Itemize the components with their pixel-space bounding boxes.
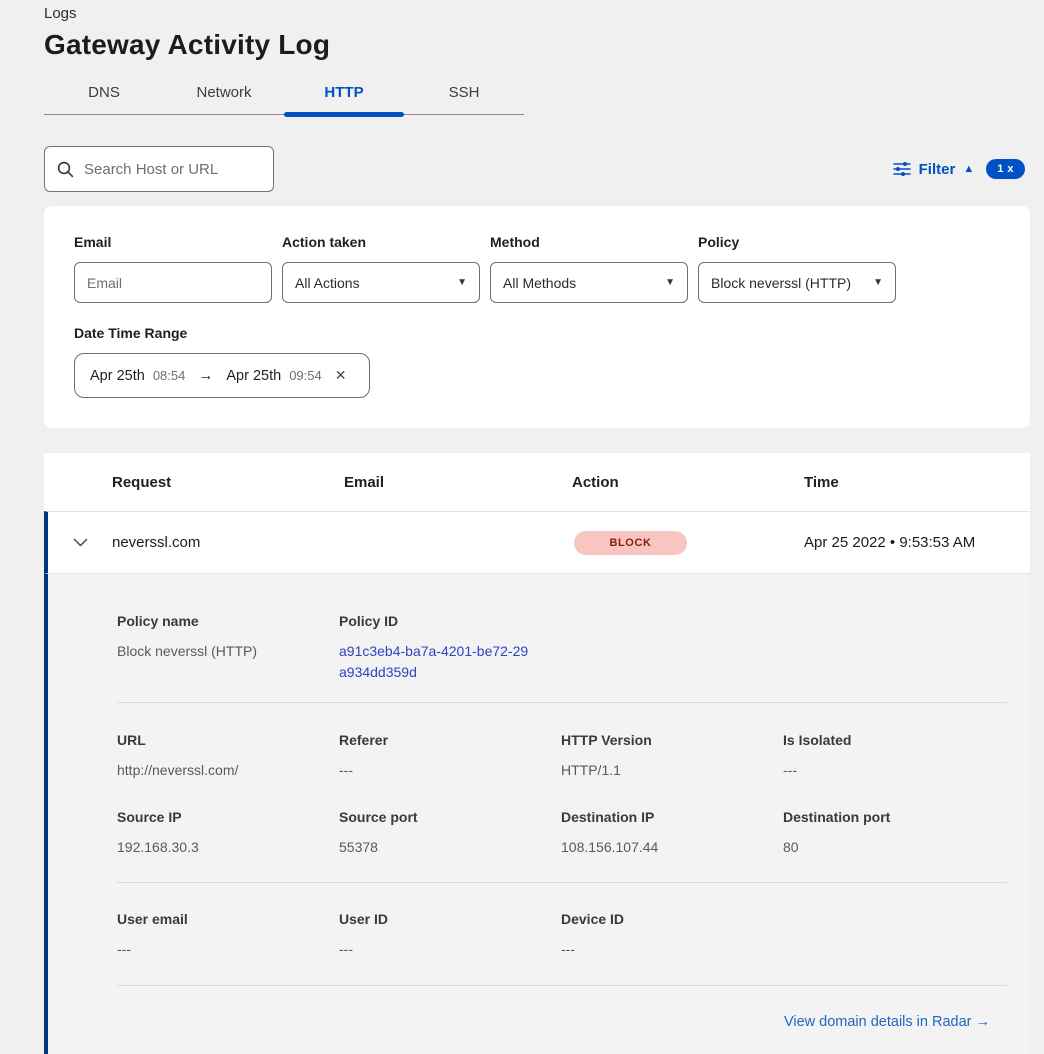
http-version-value: HTTP/1.1 <box>561 760 783 781</box>
email-filter-input[interactable] <box>74 262 272 303</box>
user-email-label: User email <box>117 911 339 927</box>
source-port-value: 55378 <box>339 837 561 858</box>
table-row[interactable]: neverssl.com BLOCK Apr 25 2022 • 9:53:53… <box>44 511 1030 573</box>
header-email: Email <box>344 474 572 491</box>
http-version-label: HTTP Version <box>561 732 783 748</box>
is-isolated-value: --- <box>783 760 1007 781</box>
row-details: Policy name Block neverssl (HTTP) Policy… <box>44 573 1030 1054</box>
time-end[interactable]: 09:54 <box>289 368 322 383</box>
referer-label: Referer <box>339 732 561 748</box>
table-header: Request Email Action Time <box>44 453 1030 511</box>
date-range-picker[interactable]: Apr 25th 08:54 → Apr 25th 09:54 ✕ <box>74 353 370 398</box>
action-filter-label: Action taken <box>282 234 480 250</box>
destination-ip-label: Destination IP <box>561 809 783 825</box>
log-table: Request Email Action Time neverssl.com B… <box>44 453 1030 1054</box>
chevron-down-icon: ▼ <box>873 277 883 288</box>
destination-ip-value: 108.156.107.44 <box>561 837 783 858</box>
date-range-label: Date Time Range <box>74 325 1000 341</box>
source-ip-value: 192.168.30.3 <box>117 837 339 858</box>
user-id-value: --- <box>339 939 561 960</box>
policy-select-value: Block neverssl (HTTP) <box>711 275 851 291</box>
row-request: neverssl.com <box>112 534 344 551</box>
filter-panel: Email Action taken All Actions ▼ Method … <box>44 206 1030 428</box>
policy-id-label: Policy ID <box>339 613 561 629</box>
device-id-label: Device ID <box>561 911 783 927</box>
log-type-tabs: DNS Network HTTP SSH <box>44 84 524 115</box>
destination-port-label: Destination port <box>783 809 1007 825</box>
user-email-value: --- <box>117 939 339 960</box>
filter-toggle[interactable]: Filter ▲ 1 x <box>893 159 1025 179</box>
clear-date-icon[interactable]: ✕ <box>335 367 347 384</box>
action-select[interactable]: All Actions ▼ <box>282 262 480 303</box>
time-start[interactable]: 08:54 <box>153 368 186 383</box>
header-action: Action <box>572 474 804 491</box>
filter-label: Filter <box>919 161 956 178</box>
source-port-label: Source port <box>339 809 561 825</box>
breadcrumb[interactable]: Logs <box>44 0 1030 22</box>
tab-network[interactable]: Network <box>164 84 284 114</box>
filter-icon <box>893 161 911 177</box>
search-input[interactable] <box>84 161 254 178</box>
device-id-value: --- <box>561 939 783 960</box>
user-id-label: User ID <box>339 911 561 927</box>
policy-select[interactable]: Block neverssl (HTTP) ▼ <box>698 262 896 303</box>
method-select[interactable]: All Methods ▼ <box>490 262 688 303</box>
header-time: Time <box>804 474 1030 491</box>
policy-name-label: Policy name <box>117 613 339 629</box>
radar-details-link[interactable]: View domain details in Radar → <box>784 1014 990 1030</box>
chevron-down-icon: ▼ <box>457 277 467 288</box>
is-isolated-label: Is Isolated <box>783 732 1007 748</box>
block-status-badge: BLOCK <box>574 531 687 555</box>
filter-count-badge: 1 x <box>986 159 1025 179</box>
method-filter-label: Method <box>490 234 688 250</box>
method-select-value: All Methods <box>503 275 576 291</box>
tab-http[interactable]: HTTP <box>284 84 404 114</box>
email-filter-label: Email <box>74 234 272 250</box>
action-select-value: All Actions <box>295 275 360 291</box>
header-request: Request <box>112 474 344 491</box>
search-icon <box>57 161 74 178</box>
source-ip-label: Source IP <box>117 809 339 825</box>
policy-filter-label: Policy <box>698 234 896 250</box>
chevron-down-icon[interactable] <box>73 538 88 547</box>
arrow-right-icon: → <box>198 367 213 384</box>
collapse-arrow-icon: ▲ <box>963 163 974 175</box>
chevron-down-icon: ▼ <box>665 277 675 288</box>
policy-name-value: Block neverssl (HTTP) <box>117 641 339 662</box>
date-end[interactable]: Apr 25th <box>226 368 281 384</box>
toolbar: Filter ▲ 1 x <box>44 146 1030 192</box>
tab-ssh[interactable]: SSH <box>404 84 524 114</box>
referer-value: --- <box>339 760 561 781</box>
tab-dns[interactable]: DNS <box>44 84 164 114</box>
destination-port-value: 80 <box>783 837 1007 858</box>
url-label: URL <box>117 732 339 748</box>
url-value: http://neverssl.com/ <box>117 760 339 781</box>
row-time: Apr 25 2022 • 9:53:53 AM <box>804 534 1030 551</box>
search-box[interactable] <box>44 146 274 192</box>
policy-id-link[interactable]: a91c3eb4-ba7a-4201-be72-29a934dd359d <box>339 641 529 683</box>
date-start[interactable]: Apr 25th <box>90 368 145 384</box>
page-title: Gateway Activity Log <box>44 29 1030 61</box>
